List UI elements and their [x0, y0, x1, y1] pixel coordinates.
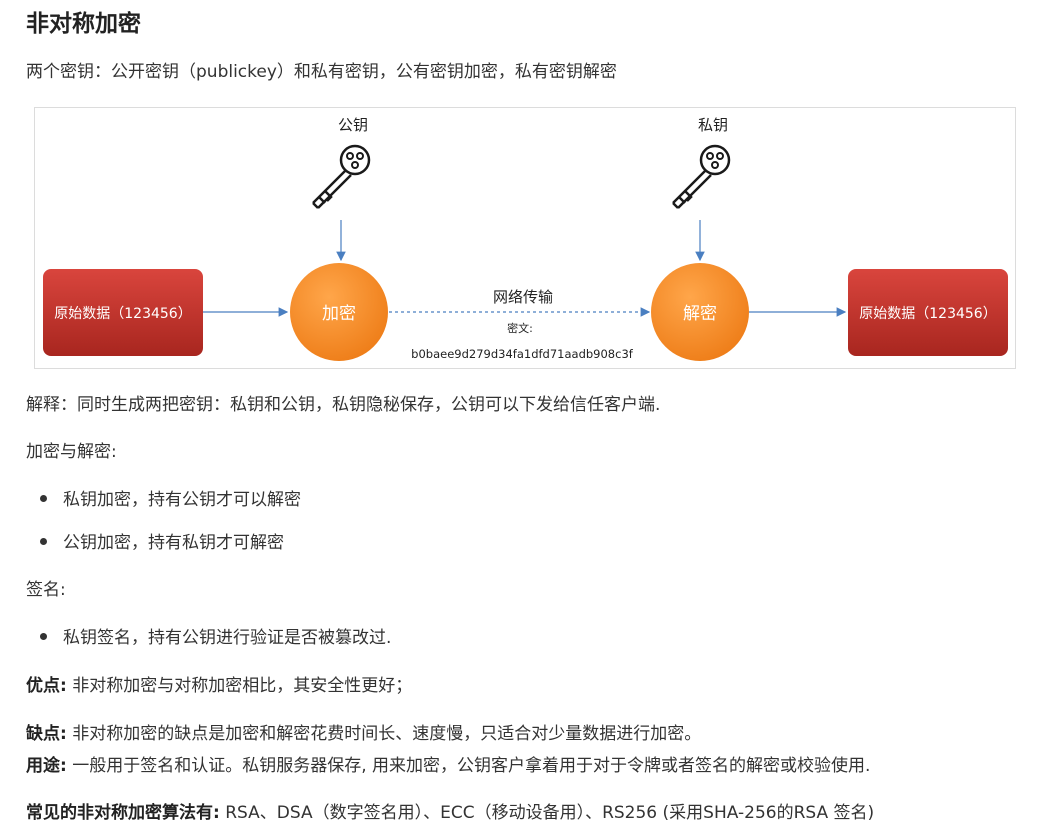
- encrypt-node-label: 加密: [322, 304, 356, 324]
- cipher-label: 密文:: [507, 321, 533, 335]
- asymmetric-encryption-diagram: 公钥 私钥 原始数据（123456） 加密 网络传输 密文: b0baee9d2…: [34, 107, 1016, 369]
- sign-heading: 签名:: [26, 580, 66, 600]
- private-key-label: 私钥: [698, 116, 728, 134]
- source-data-label: 原始数据（123456）: [54, 306, 191, 322]
- decrypt-node-label: 解密: [683, 304, 717, 324]
- public-key-icon: [311, 144, 371, 210]
- cipher-text: b0baee9d279d34fa1dfd71aadb908c3f: [411, 347, 634, 361]
- enc-dec-heading: 加密与解密:: [26, 442, 117, 462]
- list-item: 私钥加密，持有公钥才可以解密: [40, 488, 301, 512]
- cons-label: 缺点:: [26, 724, 67, 744]
- target-data-label: 原始数据（123456）: [859, 306, 996, 322]
- usage-text: 一般用于签名和认证。私钥服务器保存, 用来加密，公钥客户拿着用于对于令牌或者签名…: [66, 756, 871, 776]
- page-title: 非对称加密: [26, 11, 141, 37]
- explanation-paragraph: 解释：同时生成两把密钥：私钥和公钥，私钥隐秘保存，公钥可以下发给信任客户端.: [26, 395, 661, 415]
- public-key-label: 公钥: [338, 116, 368, 134]
- list-item-text: 公钥加密，持有私钥才可解密: [63, 533, 284, 553]
- pros-text: 非对称加密与对称加密相比，其安全性更好；: [66, 676, 413, 696]
- list-item: 私钥签名，持有公钥进行验证是否被篡改过.: [40, 626, 391, 650]
- list-item: 公钥加密，持有私钥才可解密: [40, 531, 284, 555]
- algorithms-text: RSA、DSA（数字签名用）、ECC（移动设备用）、RS256 (采用SHA-2…: [219, 803, 875, 823]
- algorithms-label: 常见的非对称加密算法有:: [26, 803, 220, 823]
- usage-label: 用途:: [26, 756, 67, 776]
- private-key-icon: [671, 144, 731, 210]
- algorithms-paragraph: 常见的非对称加密算法有: RSA、DSA（数字签名用）、ECC（移动设备用）、R…: [26, 801, 874, 825]
- cons-paragraph: 缺点: 非对称加密的缺点是加密和解密花费时间长、速度慢，只适合对少量数据进行加密…: [26, 722, 701, 746]
- usage-paragraph: 用途: 一般用于签名和认证。私钥服务器保存, 用来加密，公钥客户拿着用于对于令牌…: [26, 754, 870, 778]
- bullet-icon: [40, 537, 47, 545]
- cons-text: 非对称加密的缺点是加密和解密花费时间长、速度慢，只适合对少量数据进行加密。: [66, 724, 702, 744]
- diagram-canvas: 公钥 私钥 原始数据（123456） 加密 网络传输 密文: b0baee9d2…: [43, 116, 1008, 361]
- list-item-text: 私钥签名，持有公钥进行验证是否被篡改过.: [63, 628, 392, 648]
- intro-paragraph: 两个密钥：公开密钥（publickey）和私有密钥，公有密钥加密，私有密钥解密: [26, 62, 617, 82]
- pros-paragraph: 优点: 非对称加密与对称加密相比，其安全性更好；: [26, 674, 412, 698]
- bullet-icon: [40, 632, 47, 640]
- bullet-icon: [40, 494, 47, 502]
- pros-label: 优点:: [26, 676, 67, 696]
- network-transfer-label: 网络传输: [493, 288, 553, 306]
- list-item-text: 私钥加密，持有公钥才可以解密: [63, 490, 301, 510]
